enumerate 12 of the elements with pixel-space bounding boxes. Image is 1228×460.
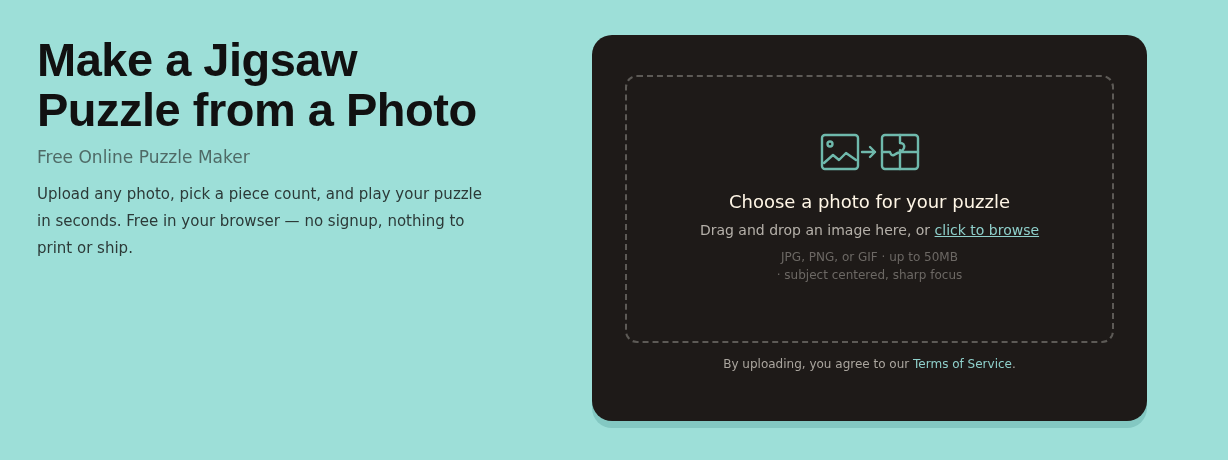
browse-link[interactable]: click to browse	[934, 222, 1040, 238]
drop-zone[interactable]: Choose a photo for your puzzle Drag and drop an image here, or click to browse JPG, PNG, or GIF · up to 50MB · subject centered, sharp focus	[625, 75, 1114, 343]
page-title: Make a Jigsaw Puzzle from a Photo	[37, 35, 478, 135]
description-text: Upload any photo, pick a piece count, and play your puzzle in seconds. Free in your browser — no signup, nothing to print or ship.	[37, 184, 484, 259]
terms-link[interactable]: Terms of Service	[913, 357, 1012, 371]
drop-instructions: Drag and drop an image here, or click to browse	[699, 222, 1040, 238]
file-hint: JPG, PNG, or GIF · up to 50MB	[781, 250, 958, 264]
consent-text: By uploading, you agree to our Terms of Service.	[723, 357, 1016, 371]
photo-to-puzzle-icon	[819, 133, 920, 171]
upload-heading: Choose a photo for your puzzle	[728, 191, 1010, 212]
file-hint: · subject centered, sharp focus	[776, 268, 963, 282]
page-subtitle: Free Online Puzzle Maker	[37, 147, 251, 167]
